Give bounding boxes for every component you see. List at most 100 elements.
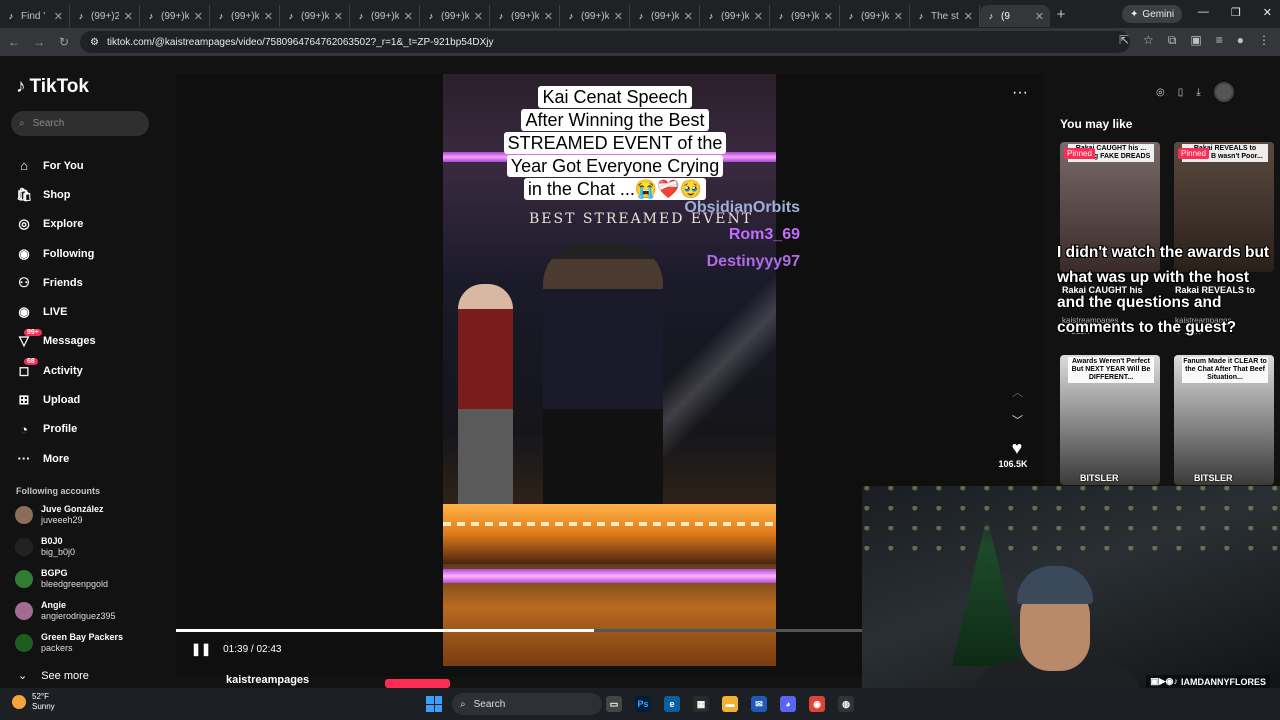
- search-input[interactable]: ⌕ Search: [11, 111, 149, 136]
- discord-icon[interactable]: ◕: [780, 696, 796, 712]
- gemini-button[interactable]: ✦ Gemini: [1122, 5, 1183, 23]
- browser-tab[interactable]: ♪ (99+)k ✕: [840, 5, 910, 27]
- browser-tab[interactable]: ♪ (99+)k ✕: [280, 5, 350, 27]
- close-tab-icon[interactable]: ✕: [264, 10, 273, 23]
- close-tab-icon[interactable]: ✕: [614, 10, 623, 23]
- browser-tab[interactable]: ♪ (99+)k ✕: [490, 5, 560, 27]
- video-player[interactable]: BEST STREAMED EVENT Kai Cenat Speech Afte…: [443, 74, 776, 666]
- browser-tab[interactable]: ♪ (99+)k ✕: [140, 5, 210, 27]
- download-icon[interactable]: ⤓: [1196, 87, 1200, 98]
- obs-icon[interactable]: ◍: [838, 696, 854, 712]
- suggested-video-4[interactable]: Fanum Made it CLEAR to the Chat After Th…: [1174, 355, 1274, 485]
- browser-tab[interactable]: ♪ (99+)k ✕: [630, 5, 700, 27]
- store-icon[interactable]: ▦: [693, 696, 709, 712]
- install-icon[interactable]: ⇱: [1119, 33, 1129, 48]
- close-tab-icon[interactable]: ✕: [54, 10, 63, 23]
- windows-start-icon[interactable]: [426, 696, 442, 712]
- close-tab-icon[interactable]: ✕: [334, 10, 343, 23]
- sidebar-item-more[interactable]: ··· More: [16, 444, 96, 473]
- follow-button[interactable]: [385, 679, 450, 688]
- new-tab-icon[interactable]: +: [1050, 6, 1072, 23]
- task-view-icon[interactable]: ▭: [606, 696, 622, 712]
- outlook-icon[interactable]: ✉: [751, 696, 767, 712]
- sidebar-item-live[interactable]: ◉ LIVE: [16, 297, 96, 326]
- edge-icon[interactable]: e: [664, 696, 680, 712]
- chevron-up-icon[interactable]: ︿: [1012, 384, 1023, 400]
- browser-tab[interactable]: ♪ (99+)k ✕: [560, 5, 630, 27]
- sidebar-item-following[interactable]: ◉ Following: [16, 239, 96, 268]
- browser-tab[interactable]: ♪ (99+)k ✕: [420, 5, 490, 27]
- suggested-video-3[interactable]: Awards Weren't Perfect But NEXT YEAR Wil…: [1060, 355, 1160, 485]
- sidebar-item-upload[interactable]: ⊞ Upload: [16, 385, 96, 414]
- close-tab-icon[interactable]: ✕: [404, 10, 413, 23]
- photoshop-icon[interactable]: Ps: [635, 696, 651, 712]
- weather-widget[interactable]: 52°F Sunny: [12, 692, 55, 712]
- sidebar-item-activity[interactable]: ◻ 68 Activity: [16, 356, 96, 385]
- media-icon[interactable]: ≡: [1216, 33, 1223, 48]
- site-info-icon[interactable]: ⚙: [90, 37, 99, 48]
- sidebar-item-friends[interactable]: ⚇ Friends: [16, 268, 96, 297]
- following-account[interactable]: Angie angierodriguez395: [15, 600, 116, 622]
- close-tab-icon[interactable]: ✕: [754, 10, 763, 23]
- device-icon[interactable]: ▯: [1178, 87, 1184, 98]
- close-tab-icon[interactable]: ✕: [964, 10, 973, 23]
- close-tab-icon[interactable]: ✕: [894, 10, 903, 23]
- video-progress-bar[interactable]: [176, 629, 862, 632]
- tiktok-logo[interactable]: ♪ TikTok: [16, 76, 89, 98]
- profile-avatar-icon[interactable]: ●: [1237, 33, 1244, 48]
- chrome-icon[interactable]: ◉: [809, 696, 825, 712]
- bookmark-star-icon[interactable]: ☆: [1143, 33, 1154, 48]
- tab-title: (99+)k: [371, 10, 399, 22]
- coin-icon[interactable]: ◎: [1156, 87, 1165, 98]
- pause-icon[interactable]: ❚❚: [191, 642, 211, 656]
- following-account[interactable]: B0J0 big_b0j0: [15, 536, 75, 558]
- browser-tab[interactable]: ♪ (99+)k ✕: [210, 5, 280, 27]
- sidebar-item-label: Explore: [43, 218, 84, 231]
- file-explorer-icon[interactable]: ▬: [722, 696, 738, 712]
- close-tab-icon[interactable]: ✕: [824, 10, 833, 23]
- extensions-icon[interactable]: ⧉: [1168, 33, 1177, 48]
- close-tab-icon[interactable]: ✕: [474, 10, 483, 23]
- browser-tab[interactable]: ♪ (9 ✕: [980, 5, 1050, 27]
- pinned-badge: Pinned: [1064, 148, 1095, 159]
- more-options-icon[interactable]: ···: [1012, 84, 1028, 102]
- sidebar-item-shop[interactable]: 🛍 Shop: [16, 180, 96, 209]
- sidebar-item-messages[interactable]: ▽ 99+ Messages: [16, 327, 96, 356]
- following-account[interactable]: BGPG bleedgreenpgold: [15, 568, 108, 590]
- browser-tab[interactable]: ♪ Find ' ✕: [0, 5, 70, 27]
- author-name[interactable]: kaistreampages: [226, 674, 309, 686]
- browser-tab[interactable]: ♪ (99+)k ✕: [770, 5, 840, 27]
- chevron-down-nav-icon[interactable]: ﹀: [1012, 412, 1023, 428]
- tab-title: (99+)2: [91, 10, 119, 22]
- browser-tab[interactable]: ♪ (99+)2 ✕: [70, 5, 140, 27]
- sidebar-item-explore[interactable]: ◎ Explore: [16, 210, 96, 239]
- close-tab-icon[interactable]: ✕: [1035, 10, 1044, 23]
- close-tab-icon[interactable]: ✕: [684, 10, 693, 23]
- user-avatar[interactable]: [1213, 82, 1234, 102]
- browser-tab[interactable]: ♪ (99+)k ✕: [700, 5, 770, 27]
- taskbar-search[interactable]: ⌕ Search: [452, 693, 602, 715]
- sidebar-item-profile[interactable]: ◔ Profile: [16, 415, 96, 444]
- browser-toolbar: ← → ↻ ⚙ tiktok.com/@kaistreampages/video…: [0, 28, 1280, 56]
- forward-icon[interactable]: →: [28, 35, 50, 49]
- close-tab-icon[interactable]: ✕: [544, 10, 553, 23]
- following-account[interactable]: Juve González juveeeh29: [15, 504, 104, 526]
- sidepanel-icon[interactable]: ▣: [1190, 33, 1201, 48]
- browser-tab[interactable]: ♪ The st ✕: [910, 5, 980, 27]
- sidebar-item-for-you[interactable]: ⌂ For You: [16, 151, 96, 180]
- reload-icon[interactable]: ↻: [53, 35, 75, 49]
- following-account[interactable]: Green Bay Packers packers: [15, 632, 123, 654]
- restore-icon[interactable]: ❐: [1231, 6, 1241, 19]
- like-button[interactable]: ♥ 106.5K: [998, 438, 1030, 469]
- close-tab-icon[interactable]: ✕: [124, 10, 133, 23]
- back-icon[interactable]: ←: [3, 35, 25, 49]
- see-more-button[interactable]: ⌄ See more: [18, 669, 89, 683]
- address-bar[interactable]: ⚙ tiktok.com/@kaistreampages/video/75809…: [80, 31, 1130, 53]
- tab-title: (99+)k: [581, 10, 609, 22]
- close-tab-icon[interactable]: ✕: [194, 10, 203, 23]
- browser-tab[interactable]: ♪ (99+)k ✕: [350, 5, 420, 27]
- menu-kebab-icon[interactable]: ⋮: [1258, 33, 1270, 48]
- speaker-figure: [543, 244, 663, 544]
- minimize-icon[interactable]: —: [1198, 6, 1209, 19]
- close-window-icon[interactable]: ✕: [1263, 6, 1272, 19]
